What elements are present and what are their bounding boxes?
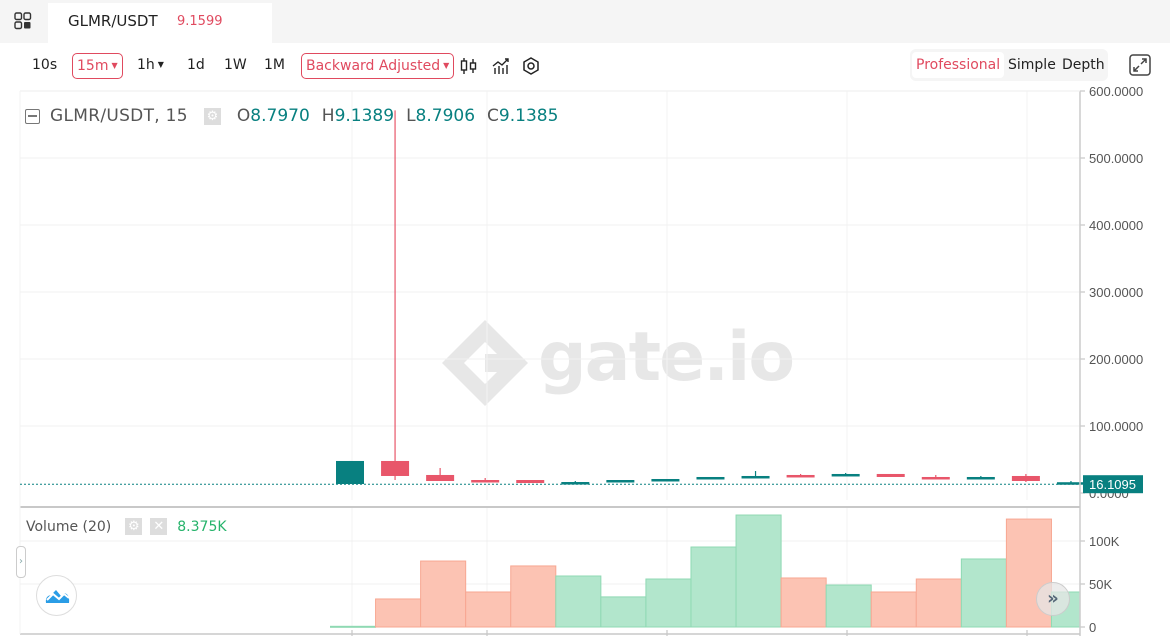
candle-body <box>1011 475 1040 482</box>
volume-legend: Volume (20) ⚙ ✕ 8.375K <box>26 518 227 535</box>
volume-bar <box>870 591 917 628</box>
price-legend: GLMR/USDT, 15 ⚙ O 8.7970 H 9.1389 L 8.7906 … <box>25 104 558 128</box>
close-icon[interactable]: ✕ <box>150 518 168 535</box>
brand-logo-button[interactable] <box>36 575 77 616</box>
scroll-to-latest-button[interactable]: » <box>1036 582 1070 616</box>
volume-label: Volume (20) <box>26 518 112 535</box>
last-price-label: 16.1095 <box>1089 477 1136 492</box>
volume-bar <box>420 560 467 628</box>
volume-bar <box>960 558 1007 628</box>
candle-body <box>696 476 725 480</box>
legend-symbol: GLMR/USDT, 15 <box>50 106 188 126</box>
candle-body <box>516 480 545 484</box>
volume-bar <box>915 578 962 628</box>
volume-bar <box>600 596 647 628</box>
double-chevron-right-icon: » <box>1047 588 1059 609</box>
legend-open: 8.7970 <box>250 106 310 126</box>
candle-body <box>426 474 455 482</box>
collapse-icon[interactable] <box>25 108 40 124</box>
side-panel-toggle[interactable]: › <box>16 546 26 578</box>
volume-bar <box>690 546 737 628</box>
volume-tick-label: 50K <box>1089 577 1112 592</box>
candle-body <box>786 474 815 478</box>
chart-grid <box>20 91 1080 627</box>
candle-body <box>651 478 680 482</box>
cloud-chart-icon <box>45 590 70 603</box>
legend-close-label: C <box>487 106 499 126</box>
candle-body <box>741 475 770 479</box>
candle-body <box>381 460 410 476</box>
candle-body <box>606 480 635 483</box>
legend-open-label: O <box>236 106 251 126</box>
candle-body <box>831 473 860 477</box>
price-chart[interactable]: 600.0000 500.0000 400.0000 300.0000 200.0000… <box>0 0 1170 640</box>
legend-low: 8.7906 <box>415 106 476 126</box>
legend-high-label: H <box>321 106 335 126</box>
candles <box>336 110 1085 485</box>
legend-high: 9.1389 <box>334 106 395 126</box>
volume-bar <box>780 577 827 628</box>
volume-bar <box>510 565 557 628</box>
volume-value: 8.375K <box>177 518 227 535</box>
volume-bars <box>330 514 1081 628</box>
legend-low-label: L <box>406 106 416 126</box>
candle-body <box>876 473 905 477</box>
candle-body <box>336 460 364 485</box>
price-tick-label: 200.0000 <box>1089 352 1143 367</box>
volume-bar <box>825 584 872 628</box>
price-tick-label: 100.0000 <box>1089 419 1143 434</box>
price-tick-label: 500.0000 <box>1089 151 1143 166</box>
gear-icon[interactable]: ⚙ <box>125 518 143 535</box>
candle-body <box>471 480 500 483</box>
volume-tick-label: 100K <box>1089 534 1120 549</box>
volume-bar <box>330 625 377 628</box>
price-tick-label: 600.0000 <box>1089 84 1143 99</box>
volume-bar <box>555 575 602 628</box>
candle-body <box>921 476 950 480</box>
candle-body <box>966 476 995 480</box>
price-tick-label: 300.0000 <box>1089 285 1143 300</box>
legend-close: 9.1385 <box>498 106 559 126</box>
price-tick-label: 400.0000 <box>1089 218 1143 233</box>
volume-bar <box>735 514 782 628</box>
axes: 600.0000 500.0000 400.0000 300.0000 200.0000… <box>19 84 1143 636</box>
volume-tick-label: 0 <box>1089 620 1096 635</box>
volume-bar <box>465 591 512 628</box>
gear-icon[interactable]: ⚙ <box>203 107 221 125</box>
volume-bar <box>645 578 692 628</box>
volume-bar <box>375 598 422 628</box>
